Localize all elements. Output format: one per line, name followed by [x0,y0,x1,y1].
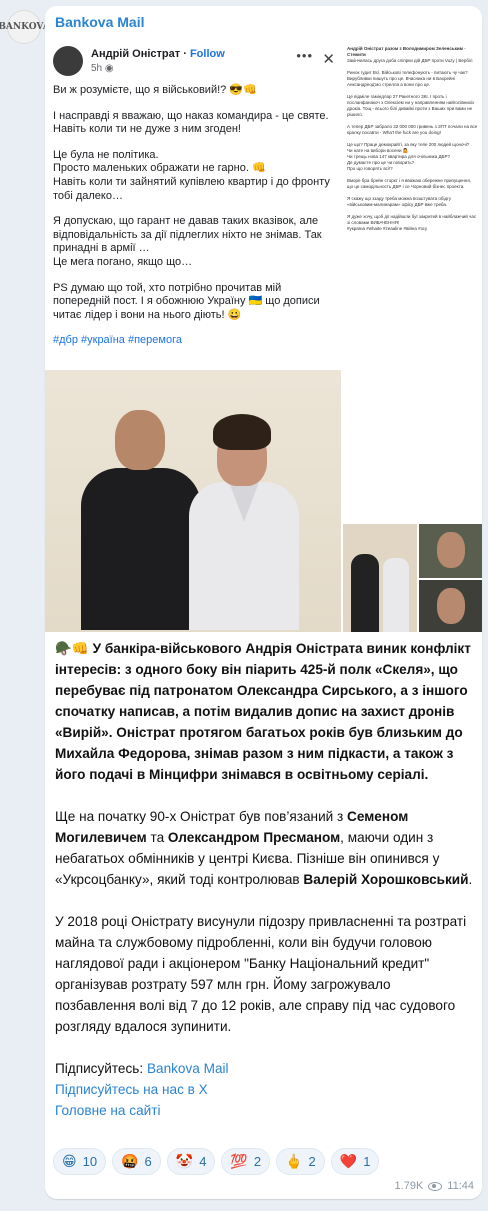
side-post-body: Закінчилась друга доба сліпрки дій ДБР п… [347,58,478,231]
site-link[interactable]: Головне на сайті [55,1100,475,1121]
message-text-span: Ще на початку 90-х Оністрат був пов’язан… [55,809,348,824]
side-photo-face [437,532,465,568]
fb-author-avatar [53,46,83,76]
side-post-text: Андрій Оністрат разом з Володимиром Зеле… [347,46,478,232]
reaction-clown[interactable]: 🤡 4 [166,1148,216,1175]
side-photo-portrait-top [419,524,482,578]
post-image-side-screenshot[interactable]: Андрій Оністрат разом з Володимиром Зеле… [343,42,482,632]
clown-emoji-icon: 🤡 [175,1153,194,1170]
reaction-angry[interactable]: 🤬 6 [112,1148,161,1175]
fb-post-text: Ви ж розумієте, що я військовий!? 😎👊 І н… [53,84,335,360]
hundred-emoji-icon: 💯 [230,1153,248,1170]
reaction-count: 6 [144,1154,152,1169]
photo-person-left [81,468,201,630]
eye-icon [428,1181,443,1191]
photo-person-left-head [115,410,165,470]
x-link[interactable]: Підписуйтесь на нас в Х [55,1079,475,1100]
fb-author-name: Андрій Оністрат [91,48,181,60]
message-bold-text: 🪖👊 У банкіра-військового Андрія Оністрат… [55,641,471,782]
reaction-grin[interactable]: 😁 10 [53,1148,107,1175]
message-text: 🪖👊 У банкіра-військового Андрія Оністрат… [55,638,475,1121]
message-time: 11:44 [447,1180,474,1192]
reactions-bar: 😁 10 🤬 6 🤡 4 💯 2 🖕 2 ❤️ 1 [53,1148,380,1175]
middle-finger-emoji-icon: 🖕 [285,1153,303,1170]
fb-paragraph: PS думаю що той, хто потрібно прочитав м… [53,281,320,321]
more-options-icon: ••• [296,48,313,63]
close-icon: ✕ [322,51,335,68]
subscribe-line: Підписуйтесь: Bankova Mail [55,1058,475,1079]
side-photo-person-left [351,554,379,632]
message-paragraph-1: 🪖👊 У банкіра-військового Андрія Оністрат… [55,638,475,785]
side-photo-face [437,588,465,624]
reaction-count: 2 [253,1154,262,1169]
fb-separator: · [183,48,190,60]
reaction-heart[interactable]: ❤️ 1 [330,1148,380,1175]
channel-avatar-text: BANKOVA [0,22,50,32]
side-photo-person-right [383,558,409,632]
grin-emoji-icon: 😁 [62,1153,77,1170]
channel-avatar[interactable]: BANKOVA [0,10,50,44]
heart-emoji-icon: ❤️ [339,1153,358,1170]
fb-follow-link: Follow [189,48,225,60]
fb-paragraph: Це була не політика. Просто маленьких об… [53,148,330,202]
fb-paragraph: Я допускаю, що гарант не давав таких вка… [53,215,322,268]
angry-emoji-icon: 🤬 [121,1153,139,1170]
fb-hashtags: #дбр #україна #перемога [53,334,182,347]
reaction-count: 2 [308,1154,316,1169]
post-image-facebook[interactable]: Андрій Оністрат · Follow 5h ◉ ••• ✕ Ви ж… [45,42,341,372]
message-footer: 1.79K 11:44 [395,1180,474,1192]
side-photo-two-men [343,524,417,632]
reaction-count: 10 [82,1154,98,1169]
reaction-count: 1 [363,1154,371,1169]
fb-paragraph: І насправді я вважаю, що наказ командира… [53,109,329,136]
message-paragraph-2: Ще на початку 90-х Оністрат був пов’язан… [55,806,475,890]
post-photo-two-men[interactable] [45,370,341,632]
globe-icon: ◉ [104,63,114,74]
subscribe-link[interactable]: Bankova Mail [147,1061,229,1076]
reaction-count: 4 [199,1154,207,1169]
view-count: 1.79K [394,1180,424,1192]
channel-name[interactable]: Bankova Mail [55,14,144,30]
message-text-span: та [146,830,168,845]
side-photo-portrait-bottom [419,580,482,632]
fb-paragraph: Ви ж розумієте, що я військовий!? 😎👊 [53,84,257,96]
person-name-bold: Олександром Пресманом [167,830,341,845]
fb-time: 5h [91,63,103,74]
message-bubble: Bankova Mail Андрій Оністрат · Follow 5h… [45,6,482,1199]
message-text-span: . [468,872,473,887]
photo-person-right-hair [213,414,271,450]
message-paragraph-3: У 2018 році Оністрату висунули підозру п… [55,914,467,1034]
side-post-header: Андрій Оністрат разом з Володимиром Зеле… [347,46,466,57]
fb-post-time: 5h ◉ [91,63,114,74]
subscribe-prefix: Підписуйтесь: [55,1061,147,1076]
person-name-bold: Валерій Хорошковський [303,872,469,887]
fb-author-line: Андрій Оністрат · Follow [91,48,225,60]
fb-post-header: Андрій Оністрат · Follow 5h ◉ ••• ✕ [53,46,343,76]
reaction-middle-finger[interactable]: 🖕 2 [276,1148,325,1175]
reaction-hundred[interactable]: 💯 2 [221,1148,271,1175]
